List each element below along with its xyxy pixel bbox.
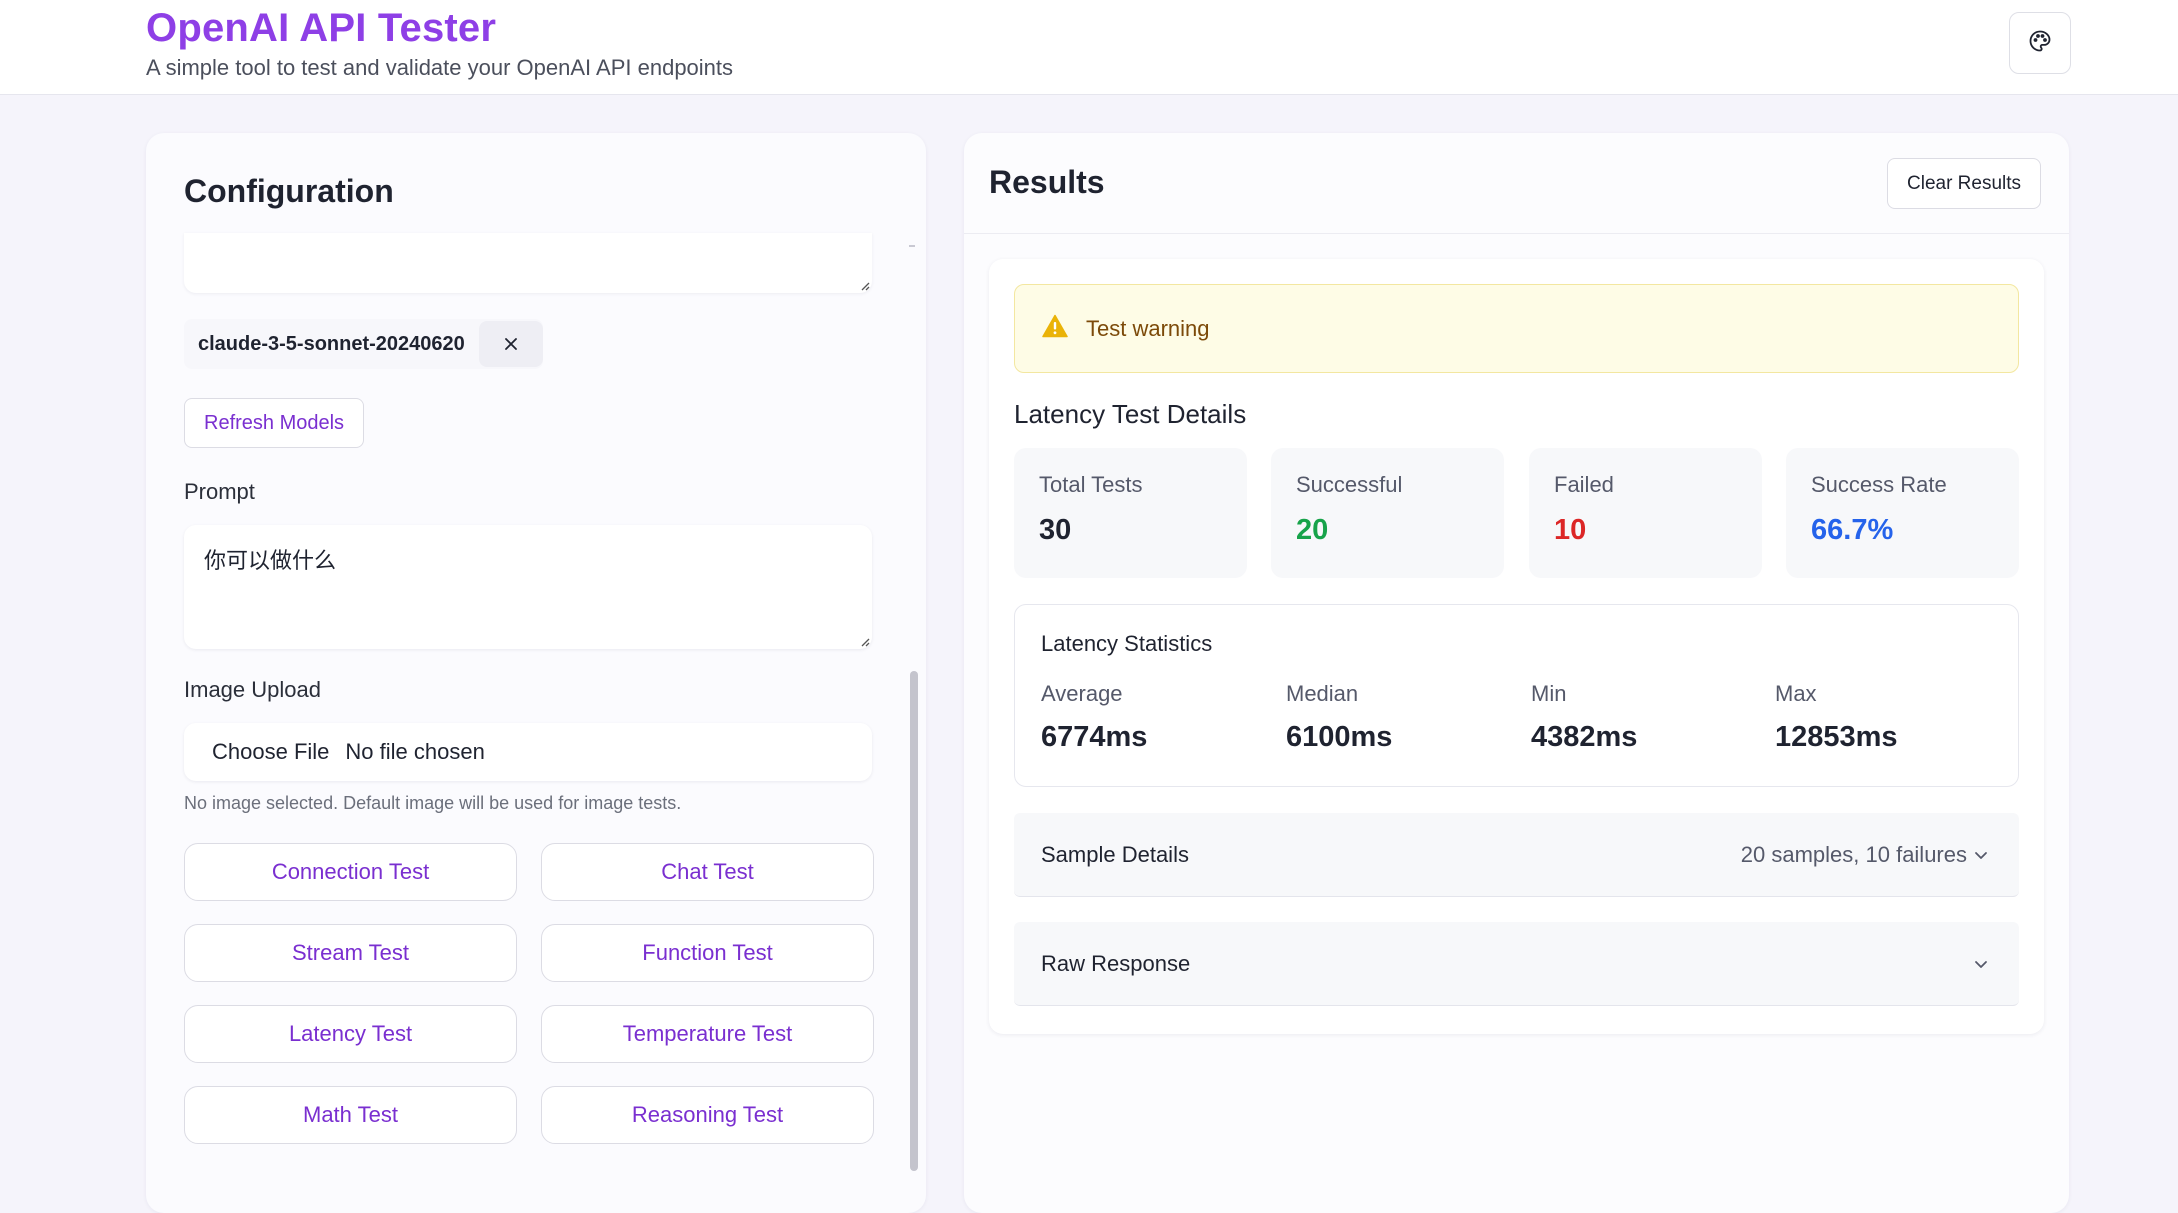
temperature-test-button[interactable]: Temperature Test <box>541 1005 874 1063</box>
chevron-down-icon <box>1973 847 1989 863</box>
prompt-text: 你可以做什么 <box>204 549 337 574</box>
latency-test-button[interactable]: Latency Test <box>184 1005 517 1063</box>
configuration-title: Configuration <box>184 173 394 209</box>
stat-label: Success Rate <box>1811 472 1947 497</box>
latency-max: Max 12853ms <box>1775 681 1898 754</box>
stat-label: Total Tests <box>1039 472 1143 497</box>
app-subtitle: A simple tool to test and validate your … <box>146 55 734 80</box>
refresh-models-button[interactable]: Refresh Models <box>184 398 365 448</box>
results-title: Results <box>989 164 1105 200</box>
result-entry: Test warning Latency Test Details Total … <box>989 259 2044 1034</box>
stat-value: 20 <box>1296 514 1329 546</box>
stat-value: 10 <box>1554 514 1587 546</box>
stream-test-button[interactable]: Stream Test <box>184 924 517 982</box>
latency-value: 12853ms <box>1775 721 1898 753</box>
raw-response-toggle[interactable]: Raw Response <box>1014 922 2019 1006</box>
model-chip-label: claude-3-5-sonnet-20240620 <box>198 332 465 355</box>
theme-toggle-button[interactable] <box>2009 12 2071 74</box>
config-scrollbar[interactable] <box>910 671 918 1171</box>
latency-average: Average 6774ms <box>1041 681 1147 754</box>
app-title: OpenAI API Tester <box>146 6 497 50</box>
models-textarea[interactable] <box>184 233 872 293</box>
stat-successful: Successful 20 <box>1271 448 1504 578</box>
prompt-textarea[interactable]: 你可以做什么 <box>184 525 872 649</box>
prompt-label: Prompt <box>184 479 255 504</box>
latency-label: Median <box>1286 681 1359 706</box>
image-file-input[interactable]: Choose File No file chosen <box>184 723 872 781</box>
remove-model-button[interactable] <box>478 321 543 367</box>
latency-label: Min <box>1531 681 1567 706</box>
chat-test-button[interactable]: Chat Test <box>541 843 874 901</box>
latency-statistics-title: Latency Statistics <box>1041 631 1213 656</box>
connection-test-button[interactable]: Connection Test <box>184 843 517 901</box>
latency-min: Min 4382ms <box>1531 681 1637 754</box>
scrollbar-top-marker <box>909 245 915 247</box>
reasoning-test-button[interactable]: Reasoning Test <box>541 1086 874 1144</box>
chevron-down-icon <box>1973 956 1989 972</box>
image-hint: No image selected. Default image will be… <box>184 793 682 813</box>
warning-alert: Test warning <box>1014 284 2019 373</box>
clear-results-button[interactable]: Clear Results <box>1887 158 2042 209</box>
sample-details-title: Sample Details <box>1041 841 1189 867</box>
warning-text: Test warning <box>1086 315 1210 341</box>
math-test-button[interactable]: Math Test <box>184 1086 517 1144</box>
configuration-panel: Configuration claude-3-5-sonnet-20240620… <box>146 133 926 1213</box>
latency-value: 6774ms <box>1041 721 1148 753</box>
stat-value: 30 <box>1039 514 1072 546</box>
stat-label: Failed <box>1554 472 1614 497</box>
function-test-button[interactable]: Function Test <box>541 924 874 982</box>
stat-failed: Failed 10 <box>1529 448 1762 578</box>
app-header: OpenAI API Tester A simple tool to test … <box>0 0 2178 95</box>
latency-value: 6100ms <box>1286 721 1393 753</box>
stat-label: Successful <box>1296 472 1403 497</box>
results-panel: Results Clear Results Test warning Laten… <box>964 133 2069 1213</box>
stat-total-tests: Total Tests 30 <box>1014 448 1247 578</box>
latency-label: Average <box>1041 681 1123 706</box>
image-upload-label: Image Upload <box>184 677 321 702</box>
divider <box>964 233 2069 234</box>
sample-details-summary: 20 samples, 10 failures <box>1740 841 1967 867</box>
latency-details-title: Latency Test Details <box>1014 399 1247 429</box>
choose-file-button[interactable]: Choose File <box>212 739 329 765</box>
sample-details-toggle[interactable]: Sample Details 20 samples, 10 failures <box>1014 813 2019 897</box>
palette-icon <box>2028 29 2052 58</box>
resize-handle-icon[interactable] <box>858 635 870 647</box>
stat-success-rate: Success Rate 66.7% <box>1786 448 2019 578</box>
selected-model-chip: claude-3-5-sonnet-20240620 <box>184 319 543 369</box>
close-icon <box>504 338 517 350</box>
latency-value: 4382ms <box>1531 721 1638 753</box>
stat-value: 66.7% <box>1811 514 1894 546</box>
file-status-text: No file chosen <box>345 739 485 764</box>
warning-icon <box>1042 314 1068 343</box>
latency-median: Median 6100ms <box>1286 681 1392 754</box>
resize-handle-icon[interactable] <box>858 279 870 291</box>
raw-response-title: Raw Response <box>1041 950 1191 976</box>
latency-label: Max <box>1775 681 1817 706</box>
latency-statistics: Latency Statistics Average 6774ms Median… <box>1014 604 2019 787</box>
